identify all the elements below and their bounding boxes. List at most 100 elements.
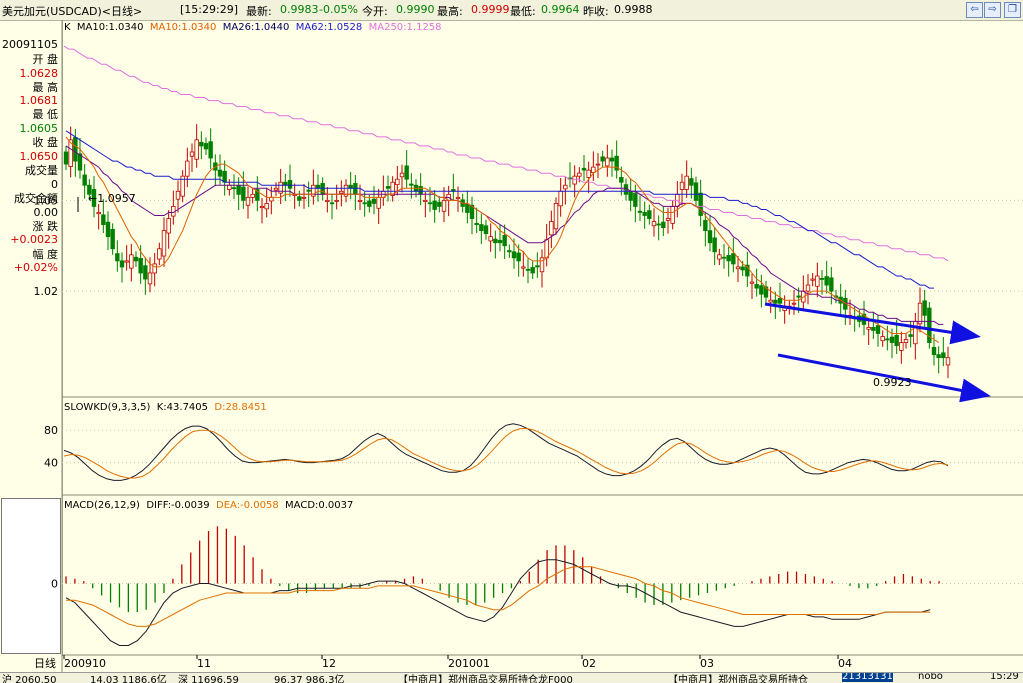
candle-body xyxy=(307,190,311,191)
candle-body xyxy=(340,191,344,193)
candle-body xyxy=(704,220,708,230)
x-axis-label: 日线 xyxy=(34,656,56,670)
candle-body xyxy=(531,268,535,273)
candle-body xyxy=(792,303,796,304)
candle-body xyxy=(554,203,558,228)
candle-body xyxy=(438,202,442,206)
candle-body xyxy=(64,152,68,164)
candle-body xyxy=(564,185,568,189)
candle-body xyxy=(396,179,400,184)
candle-body xyxy=(251,194,255,197)
candle-body xyxy=(559,191,563,206)
candle-body xyxy=(195,140,199,159)
candle-body xyxy=(144,266,148,279)
candle-body xyxy=(876,326,880,334)
candle-body xyxy=(335,200,339,201)
chart-canvas[interactable]: 1.021.05←1.09570.9923 4080 0 日线200910111… xyxy=(0,0,1023,672)
candle-body xyxy=(405,166,409,179)
candle-body xyxy=(536,266,540,267)
status-code: 21313131 xyxy=(842,672,893,682)
candle-body xyxy=(722,257,726,258)
x-tick-label: 03 xyxy=(700,657,714,670)
macd-tick-label: 0 xyxy=(51,578,58,591)
candle-body xyxy=(666,219,670,221)
x-tick-label: 12 xyxy=(322,657,336,670)
candle-body xyxy=(363,203,367,204)
candle-body xyxy=(652,222,656,226)
candle-body xyxy=(550,222,554,235)
candle-body xyxy=(83,175,87,185)
candle-body xyxy=(587,170,591,177)
candle-body xyxy=(741,267,745,270)
high-annotation: ←1.0957 xyxy=(88,192,136,205)
candle-body xyxy=(494,239,498,243)
candle-body xyxy=(718,255,722,259)
candle-body xyxy=(228,185,232,189)
candle-body xyxy=(895,335,899,345)
news-ticker-2[interactable]: 【中商月】郑州商品交易所持仓 xyxy=(668,672,808,683)
candle-body xyxy=(176,191,180,199)
candle-body xyxy=(428,203,432,204)
candle-body xyxy=(671,206,675,223)
candle-body xyxy=(326,200,330,201)
price-pane: 1.021.05←1.09570.9923 xyxy=(34,46,1023,395)
candle-body xyxy=(685,176,689,189)
low-annotation: 0.9923 xyxy=(873,376,912,389)
candle-body xyxy=(354,183,358,194)
sz-volume: 96.37 986.3亿 xyxy=(274,672,344,683)
candle-body xyxy=(872,327,876,330)
candle-body xyxy=(806,285,810,291)
candle-body xyxy=(400,173,404,177)
candle-body xyxy=(232,188,236,189)
candle-body xyxy=(778,298,782,303)
candle-body xyxy=(648,211,652,219)
candle-body xyxy=(508,251,512,252)
candle-body xyxy=(820,278,824,279)
candle-body xyxy=(466,204,470,212)
candle-body xyxy=(484,226,488,234)
candle-body xyxy=(732,254,736,264)
candle-body xyxy=(480,225,484,231)
candle-body xyxy=(288,180,292,188)
candle-body xyxy=(209,142,213,158)
candle-body xyxy=(606,158,610,166)
sh-index: 沪 2060.50 xyxy=(2,672,57,683)
kd-tick-label: 80 xyxy=(44,424,58,437)
candle-body xyxy=(750,282,754,283)
candle-body xyxy=(886,339,890,340)
candle-body xyxy=(774,300,778,303)
candle-body xyxy=(419,186,423,194)
candle-body xyxy=(475,223,479,224)
candle-body xyxy=(662,222,666,227)
candle-body xyxy=(120,261,124,267)
candle-body xyxy=(372,199,376,203)
candle-body xyxy=(881,337,885,341)
candles xyxy=(64,124,950,378)
candle-body xyxy=(522,267,526,268)
candle-body xyxy=(578,173,582,176)
candle-body xyxy=(424,200,428,201)
x-tick-label: 02 xyxy=(582,657,596,670)
candle-body xyxy=(237,186,241,194)
candle-body xyxy=(690,179,694,186)
candle-body xyxy=(102,215,106,225)
candle-body xyxy=(148,273,152,284)
candle-body xyxy=(358,200,362,201)
macd-pane: 0 xyxy=(51,526,1023,645)
candle-body xyxy=(260,206,264,207)
candle-body xyxy=(302,197,306,198)
candle-body xyxy=(489,237,493,241)
candle-body xyxy=(811,279,815,280)
candle-body xyxy=(503,235,507,245)
candle-body xyxy=(573,176,577,184)
candle-body xyxy=(111,229,115,248)
candle-body xyxy=(867,327,871,329)
candle-body xyxy=(909,335,913,337)
x-tick-label: 200910 xyxy=(64,657,106,670)
status-bar: 沪 2060.50 14.03 1186.6亿 深 11696.59 96.37… xyxy=(0,672,1023,683)
candle-body xyxy=(601,157,605,161)
news-ticker-1[interactable]: 【中商月】郑州商品交易所持仓龙F000 xyxy=(398,672,573,683)
candle-body xyxy=(610,158,614,161)
candle-body xyxy=(592,167,596,172)
candle-body xyxy=(825,277,829,285)
